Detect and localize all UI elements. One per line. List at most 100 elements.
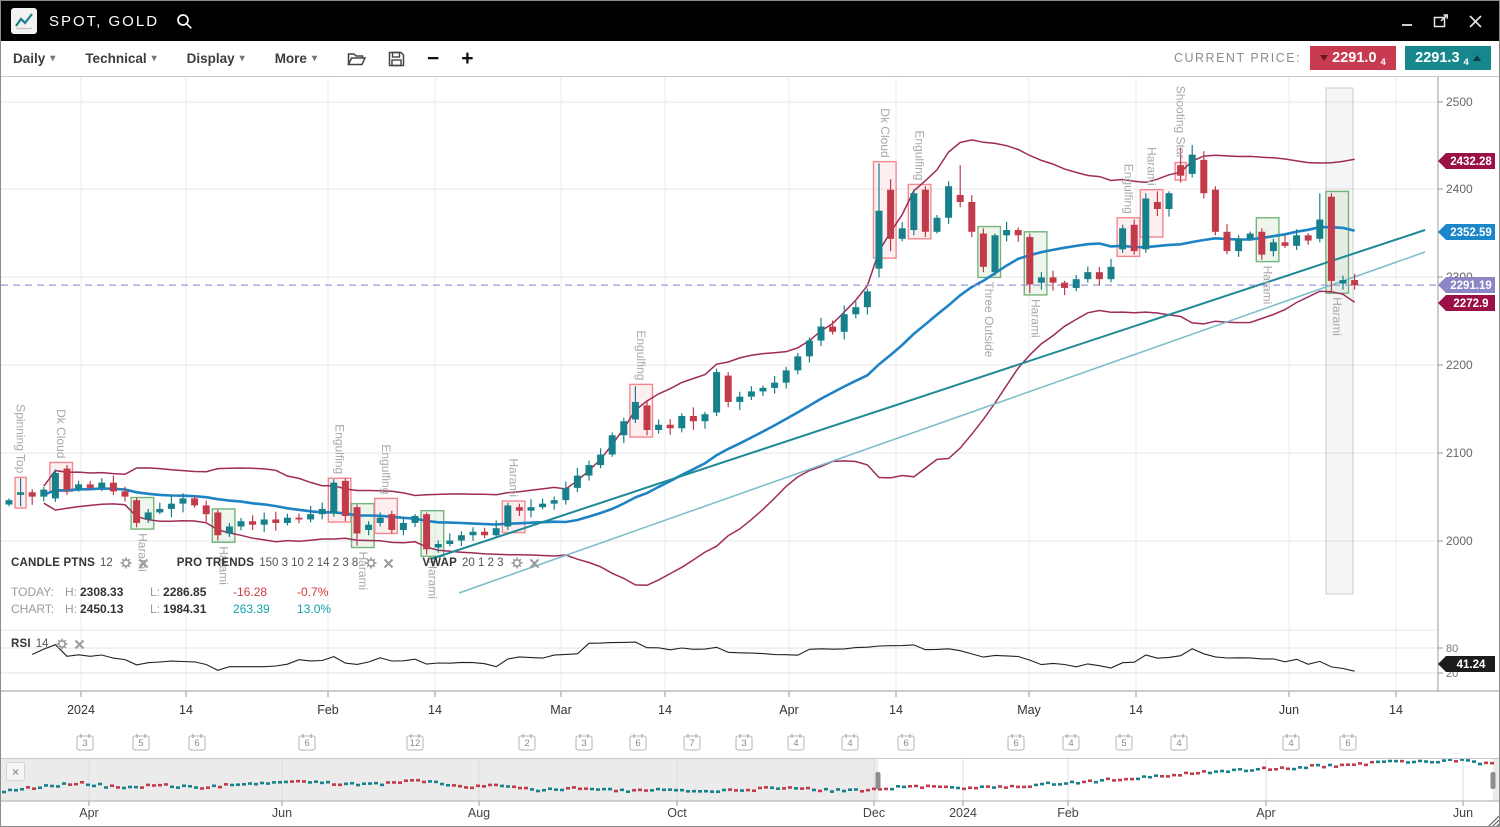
svg-text:Spinning Top: Spinning Top xyxy=(14,404,28,473)
remove-indicator-icon[interactable] xyxy=(529,558,540,569)
chart-high: 2450.13 xyxy=(80,602,140,616)
svg-text:2432.28: 2432.28 xyxy=(1450,156,1492,168)
calendar-event-badge[interactable]: 5 xyxy=(1116,734,1132,750)
calendar-event-badge[interactable]: 4 xyxy=(842,734,858,750)
calendar-event-badge[interactable]: 6 xyxy=(189,734,205,750)
svg-text:2400: 2400 xyxy=(1446,182,1473,196)
calendar-event-badge[interactable]: 4 xyxy=(1171,734,1187,750)
svg-text:3: 3 xyxy=(82,738,87,749)
svg-text:Aug: Aug xyxy=(468,806,490,820)
svg-text:2500: 2500 xyxy=(1446,95,1473,109)
calendar-event-badge[interactable]: 4 xyxy=(1063,734,1079,750)
calendar-event-badge[interactable]: 5 xyxy=(133,734,149,750)
svg-text:Harami: Harami xyxy=(1330,297,1344,336)
today-stats-row: TODAY: H: 2308.33 L: 2286.85 -16.28 -0.7… xyxy=(11,585,349,599)
calendar-event-badge[interactable]: 6 xyxy=(630,734,646,750)
svg-text:6: 6 xyxy=(194,738,199,749)
navigator-handle[interactable] xyxy=(1491,772,1496,789)
calendar-event-badge[interactable]: 3 xyxy=(77,734,93,750)
calendar-event-badge[interactable]: 6 xyxy=(898,734,914,750)
price-tags: 2432.282352.592291.192272.941.24 xyxy=(1438,153,1495,672)
high-label: H: xyxy=(65,585,77,599)
x-axis-labels: 202414Feb14Mar14Apr14May14Jun14 xyxy=(67,703,1403,717)
svg-text:80: 80 xyxy=(1446,643,1458,655)
svg-text:Engulfing: Engulfing xyxy=(379,444,393,494)
svg-text:Apr: Apr xyxy=(79,806,98,820)
resize-grip-icon[interactable] xyxy=(1488,816,1499,827)
svg-text:Feb: Feb xyxy=(317,703,339,717)
chart-label: CHART: xyxy=(11,602,65,616)
indicator-name: VWAP xyxy=(422,557,457,569)
high-label: H: xyxy=(65,602,77,616)
navigator-handle[interactable] xyxy=(876,772,881,789)
calendar-event-badge[interactable]: 2 xyxy=(519,734,535,750)
svg-text:12: 12 xyxy=(410,738,421,749)
calendar-event-badge[interactable]: 6 xyxy=(1008,734,1024,750)
settings-gear-icon[interactable] xyxy=(120,557,132,569)
svg-text:2024: 2024 xyxy=(67,703,95,717)
svg-text:Jun: Jun xyxy=(272,806,292,820)
navigator-labels: AprJunAugOctDec2024FebAprJun xyxy=(79,806,1473,820)
calendar-event-badge[interactable]: 6 xyxy=(1340,734,1356,750)
svg-text:6: 6 xyxy=(635,738,640,749)
svg-text:3: 3 xyxy=(581,738,586,749)
indicator-pro-trends: PRO TRENDS 150 3 10 2 14 2 3 8 xyxy=(177,557,401,569)
navigator-close-icon[interactable]: × xyxy=(6,762,25,781)
svg-text:5: 5 xyxy=(138,738,143,749)
remove-indicator-icon[interactable] xyxy=(138,558,149,569)
chart-stats-row: CHART: H: 2450.13 L: 1984.31 263.39 13.0… xyxy=(11,602,349,616)
chart-canvas[interactable]: Spinning TopDk CloudHaramiHaramiEngulfin… xyxy=(1,1,1500,827)
svg-text:14: 14 xyxy=(428,703,442,717)
settings-gear-icon[interactable] xyxy=(365,557,377,569)
svg-text:6: 6 xyxy=(304,738,309,749)
navigator[interactable] xyxy=(1,758,1500,806)
chart-change-pct: 13.0% xyxy=(297,602,349,616)
calendar-event-badge[interactable]: 6 xyxy=(299,734,315,750)
calendar-events: 3 5 6 6 12 2 3 6 7 3 4 4 6 6 4 5 4 4 6 xyxy=(77,734,1356,750)
svg-text:Apr: Apr xyxy=(779,703,798,717)
svg-text:Engulfing: Engulfing xyxy=(634,330,648,380)
settings-gear-icon[interactable] xyxy=(511,557,523,569)
svg-text:Engulfing: Engulfing xyxy=(333,424,347,474)
remove-indicator-icon[interactable] xyxy=(74,639,85,650)
trend-line[interactable] xyxy=(431,230,1425,559)
indicator-rsi: RSI 14 xyxy=(11,638,91,650)
calendar-event-badge[interactable]: 4 xyxy=(1283,734,1299,750)
svg-text:41.24: 41.24 xyxy=(1457,659,1486,671)
svg-text:Dec: Dec xyxy=(863,806,885,820)
svg-text:4: 4 xyxy=(1288,738,1293,749)
today-high: 2308.33 xyxy=(80,585,140,599)
low-label: L: xyxy=(150,602,160,616)
svg-text:Harami: Harami xyxy=(1029,299,1043,338)
svg-text:2272.9: 2272.9 xyxy=(1453,298,1488,310)
calendar-event-badge[interactable]: 3 xyxy=(736,734,752,750)
svg-text:14: 14 xyxy=(1389,703,1403,717)
candlestick-series xyxy=(6,145,1359,555)
chart-change: 263.39 xyxy=(233,602,297,616)
y-axis-labels: 2500240023002200210020008020 xyxy=(1446,95,1473,680)
indicator-name: CANDLE PTNS xyxy=(11,557,95,569)
svg-text:6: 6 xyxy=(903,738,908,749)
svg-text:Jun: Jun xyxy=(1453,806,1473,820)
calendar-event-badge[interactable]: 4 xyxy=(788,734,804,750)
svg-text:14: 14 xyxy=(1129,703,1143,717)
calendar-event-badge[interactable]: 3 xyxy=(576,734,592,750)
indicator-name: PRO TRENDS xyxy=(177,557,254,569)
svg-text:Shooting Star: Shooting Star xyxy=(1174,86,1188,159)
indicator-params: 12 xyxy=(100,557,113,569)
svg-text:2: 2 xyxy=(524,738,529,749)
session-stats: TODAY: H: 2308.33 L: 2286.85 -16.28 -0.7… xyxy=(11,585,349,619)
settings-gear-icon[interactable] xyxy=(56,638,68,650)
indicator-header-row: CANDLE PTNS 12 PRO TRENDS 150 3 10 2 14 … xyxy=(11,557,568,569)
navigator-selected-range[interactable] xyxy=(878,759,1493,801)
today-change-pct: -0.7% xyxy=(297,585,349,599)
low-label: L: xyxy=(150,585,160,599)
svg-text:4: 4 xyxy=(1176,738,1181,749)
svg-text:6: 6 xyxy=(1345,738,1350,749)
svg-text:2000: 2000 xyxy=(1446,534,1473,548)
svg-text:3: 3 xyxy=(741,738,746,749)
calendar-event-badge[interactable]: 7 xyxy=(684,734,700,750)
trend-line[interactable] xyxy=(459,252,1425,593)
calendar-event-badge[interactable]: 12 xyxy=(407,734,423,750)
remove-indicator-icon[interactable] xyxy=(383,558,394,569)
